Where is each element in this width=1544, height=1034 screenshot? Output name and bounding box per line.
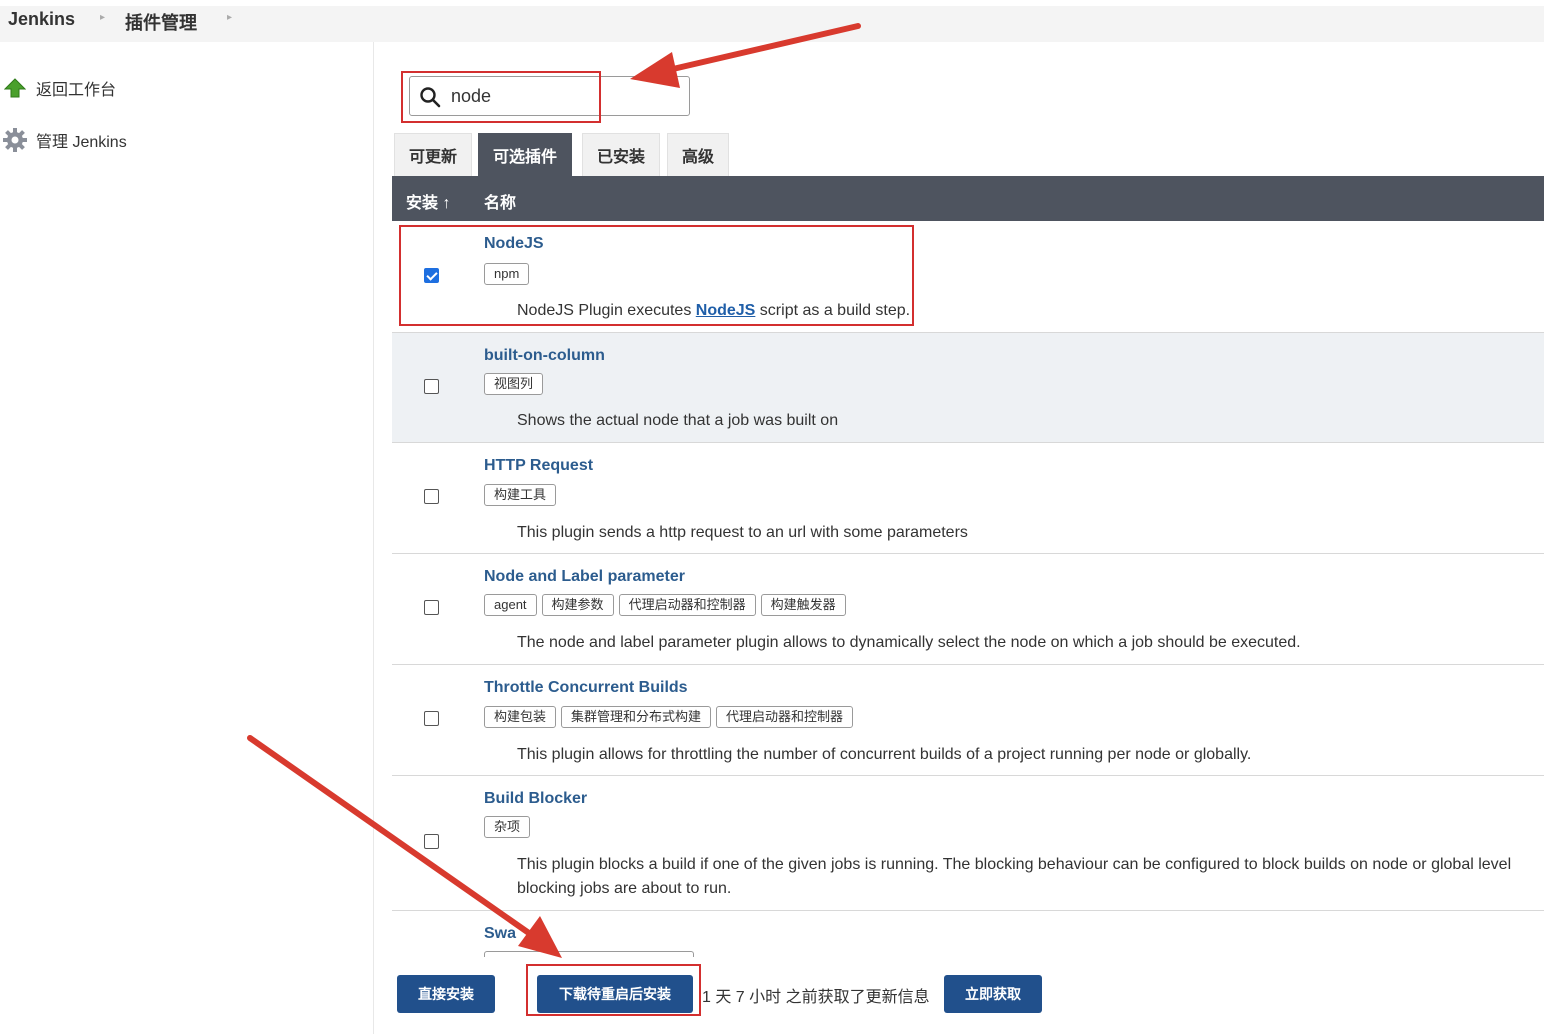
tab-advanced[interactable]: 高级: [667, 133, 730, 176]
plugin-tag[interactable]: 代理启动器和控制器: [618, 594, 756, 616]
plugin-description: This plugin blocks a build if one of the…: [517, 856, 1512, 873]
tab-updates[interactable]: 可更新: [394, 133, 473, 176]
plugin-name-link[interactable]: Swa: [484, 925, 516, 943]
plugin-tag[interactable]: 视图列: [484, 373, 544, 395]
breadcrumb-separator-icon: ▸: [100, 12, 106, 23]
plugin-tag[interactable]: agent: [484, 594, 537, 616]
annotation-highlight-box: [399, 225, 914, 326]
plugin-description: This plugin allows for throttling the nu…: [517, 746, 1252, 763]
plugin-tags: 视图列: [484, 373, 544, 395]
plugin-name-link[interactable]: Node and Label parameter: [484, 568, 685, 586]
sidebar-item-manage-jenkins[interactable]: 管理 Jenkins: [0, 125, 127, 155]
install-without-restart-button[interactable]: 直接安装: [397, 975, 495, 1013]
plugin-tag[interactable]: 构建参数: [541, 594, 614, 616]
plugin-name-link[interactable]: HTTP Request: [484, 457, 593, 475]
tab-available[interactable]: 可选插件: [478, 133, 573, 176]
install-checkbox[interactable]: [424, 711, 439, 726]
install-checkbox[interactable]: [424, 379, 439, 394]
table-row: Build Blocker 杂项 This plugin blocks a bu…: [392, 776, 1544, 911]
breadcrumb: Jenkins ▸ 插件管理 ▸: [0, 0, 1544, 42]
plugin-tag[interactable]: 代理启动器和控制器: [716, 706, 854, 728]
install-checkbox[interactable]: [424, 600, 439, 615]
plugin-name-link[interactable]: Throttle Concurrent Builds: [484, 679, 688, 697]
plugin-tag[interactable]: 构建包装: [484, 706, 557, 728]
sidebar-item-back-to-dashboard[interactable]: 返回工作台: [0, 73, 116, 103]
annotation-highlight-box: [401, 71, 601, 123]
plugin-tags: 杂项: [484, 816, 531, 838]
plugin-description: The node and label parameter plugin allo…: [517, 634, 1301, 651]
sidebar-item-label: 返回工作台: [36, 82, 117, 99]
plugin-tags: 构建包装 集群管理和分布式构建 代理启动器和控制器: [484, 706, 854, 728]
up-arrow-icon: [0, 73, 30, 103]
plugin-name-link[interactable]: built-on-column: [484, 347, 605, 365]
tab-installed[interactable]: 已安装: [582, 133, 661, 176]
table-row: Swa: [392, 911, 1544, 957]
plugin-tags: agent 构建参数 代理启动器和控制器 构建触发器: [484, 594, 846, 616]
plugin-tag[interactable]: 构建触发器: [760, 594, 846, 616]
table-row: built-on-column 视图列 Shows the actual nod…: [392, 333, 1544, 443]
breadcrumb-separator-icon: ▸: [227, 12, 233, 23]
plugin-tag[interactable]: 杂项: [484, 816, 531, 838]
plugin-tags: 构建工具: [484, 484, 557, 506]
gear-icon: [0, 125, 30, 155]
table-row: Throttle Concurrent Builds 构建包装 集群管理和分布式…: [392, 665, 1544, 776]
breadcrumb-jenkins[interactable]: Jenkins: [8, 9, 75, 30]
plugin-name-link[interactable]: Build Blocker: [484, 790, 587, 808]
plugin-description: This plugin sends a http request to an u…: [517, 524, 968, 541]
plugin-description: blocking jobs are about to run.: [517, 880, 732, 897]
breadcrumb-plugin-manager[interactable]: 插件管理: [125, 9, 197, 35]
column-name-header[interactable]: 名称: [484, 189, 516, 213]
plugin-table-header: 安装 ↑ 名称: [392, 176, 1544, 221]
plugin-tag[interactable]: 构建工具: [484, 484, 557, 506]
table-row: Node and Label parameter agent 构建参数 代理启动…: [392, 554, 1544, 665]
update-info-text: 1 天 7 小时 之前获取了更新信息: [702, 989, 930, 1006]
install-checkbox[interactable]: [424, 834, 439, 849]
plugin-tag[interactable]: 集群管理和分布式构建: [561, 706, 712, 728]
check-now-button[interactable]: 立即获取: [944, 975, 1042, 1013]
table-row: HTTP Request 构建工具 This plugin sends a ht…: [392, 443, 1544, 554]
plugin-description: Shows the actual node that a job was bui…: [517, 412, 839, 429]
annotation-highlight-box: [526, 964, 701, 1016]
sidebar: 返回工作台 管理 Jenkins: [0, 42, 374, 1034]
sidebar-item-label: 管理 Jenkins: [36, 134, 127, 151]
column-install-header[interactable]: 安装 ↑: [406, 189, 450, 213]
install-checkbox[interactable]: [424, 489, 439, 504]
